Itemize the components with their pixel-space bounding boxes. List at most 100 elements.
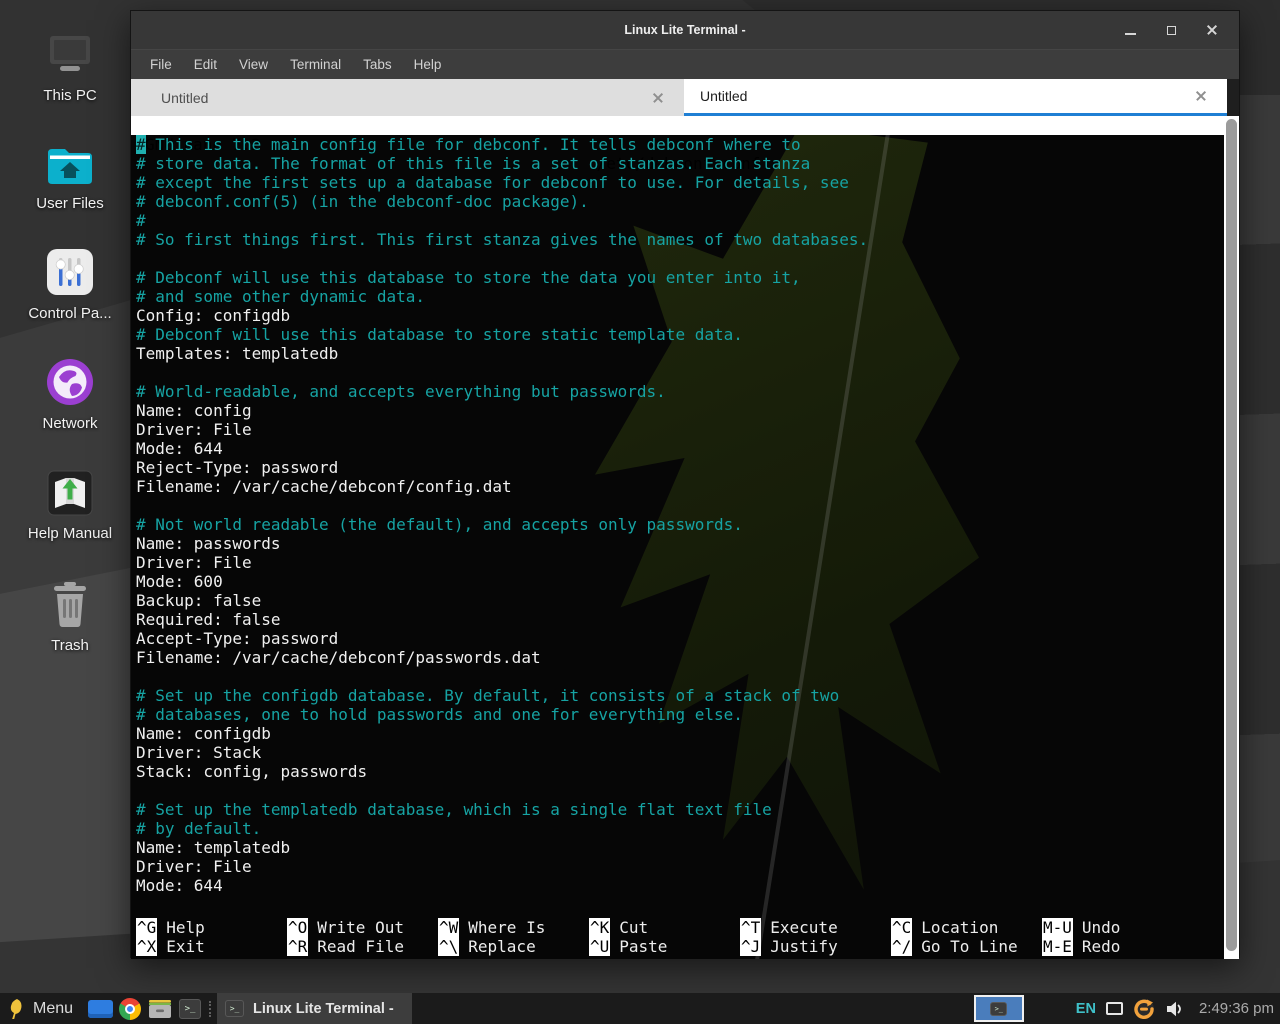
terminal-line: # This is the main config file for debco… [136,135,1223,154]
terminal-line: Reject-Type: password [136,458,1223,477]
desktop-icon-this-pc[interactable]: This PC [10,28,130,104]
tab-bar: Untitled Untitled [131,79,1239,116]
nano-shortcuts-row1: ^GHelp^OWrite Out^WWhere Is^KCut^TExecut… [136,918,1219,937]
clock[interactable]: 2:49:36 pm [1199,1000,1274,1017]
terminal-line: Mode: 644 [136,439,1223,458]
tab-untitled-2-active[interactable]: Untitled [684,79,1227,116]
terminal-icon: >_ [225,1000,244,1017]
terminal-line: Templates: templatedb [136,344,1223,363]
desktop-icon-help-manual[interactable]: Help Manual [10,466,130,542]
shortcut-label: Justify [770,937,837,956]
desktop: This PC User Files [0,0,1280,1024]
shortcut-label: Location [921,918,998,937]
desktop-icon-trash[interactable]: Trash [10,578,130,654]
nano-shortcut: ^K Cut [589,918,740,937]
menu-edit[interactable]: Edit [183,57,228,72]
desktop-icon-label: Network [10,415,130,432]
terminal-line: Driver: Stack [136,743,1223,762]
scrollbar-thumb[interactable] [1226,119,1237,951]
menu-terminal[interactable]: Terminal [279,57,352,72]
shortcut-label: Help [166,918,205,937]
desktop-icon-control-panel[interactable]: Control Pa... [10,246,130,322]
desktop-icon-label: Help Manual [10,525,130,542]
tab-close-icon[interactable] [652,92,664,104]
network-globe-icon [10,356,130,406]
terminal-launcher-icon[interactable]: >_ [175,996,205,1022]
nano-shortcut: ^RRead File [287,937,438,956]
file-manager-icon[interactable] [85,996,115,1022]
chrome-center-dot [125,1004,135,1014]
terminal-line: Stack: config, passwords [136,762,1223,781]
terminal-line: # by default. [136,819,1223,838]
system-tray: EN 2:49:36 pm [1076,998,1274,1020]
display-icon[interactable] [1106,1002,1123,1015]
nano-shortcut: ^G Help [136,918,287,937]
shortcut-key: ^R [287,937,308,956]
keyboard-layout-indicator[interactable]: EN [1076,1001,1096,1017]
terminal-line: # So first things first. This first stan… [136,230,1223,249]
terminal-content[interactable]: GNU nano 7.2 /etc/debconf.conf # This is… [131,116,1239,959]
window-controls [1123,23,1239,37]
terminal-line: Backup: false [136,591,1223,610]
terminal-line: Mode: 644 [136,876,1223,895]
shortcut-label: Cut [619,918,648,937]
terminal-line: Name: passwords [136,534,1223,553]
chrome-icon[interactable] [115,996,145,1022]
archive-drawer-icon[interactable] [145,996,175,1022]
menu-help[interactable]: Help [403,57,453,72]
nano-shortcut: ^XExit [136,937,287,956]
shortcut-label: Replace [468,937,535,956]
shortcut-key: ^W [438,918,459,937]
terminal-line [136,249,1223,268]
terminal-line [136,496,1223,515]
taskbar-window-button[interactable]: >_ Linux Lite Terminal - [217,993,412,1024]
terminal-line: Driver: File [136,553,1223,572]
minimize-button[interactable] [1123,23,1137,37]
shortcut-label: Undo [1082,918,1121,937]
window-menubar: File Edit View Terminal Tabs Help [131,49,1239,79]
terminal-line: Filename: /var/cache/debconf/config.dat [136,477,1223,496]
nano-shortcut: ^CLocation [891,918,1042,937]
shortcut-label: Go To Line [921,937,1017,956]
shortcut-key: ^\ [438,937,459,956]
linux-lite-logo-icon[interactable] [8,998,26,1020]
desktop-icon-user-files[interactable]: User Files [10,136,130,212]
window-titlebar[interactable]: Linux Lite Terminal - [131,11,1239,49]
maximize-button[interactable] [1164,23,1178,37]
close-button[interactable] [1205,23,1219,37]
folder-home-icon [10,136,130,186]
shortcut-label: Execute [770,918,837,937]
desktop-icon-network[interactable]: Network [10,356,130,432]
workspace-switcher[interactable]: >_ [974,995,1024,1022]
update-manager-icon[interactable] [1133,998,1155,1020]
terminal-line: Required: false [136,610,1223,629]
shortcut-label: Write Out [317,918,404,937]
terminal-scrollbar[interactable] [1224,116,1239,959]
nano-shortcut: M-ERedo [1042,937,1120,956]
computer-icon [10,28,130,78]
terminal-line: # debconf.conf(5) (in the debconf-doc pa… [136,192,1223,211]
shortcut-key: M-E [1042,937,1073,956]
terminal-line: Config: configdb [136,306,1223,325]
folder-icon [88,1000,113,1018]
window-title: Linux Lite Terminal - [131,23,1239,37]
shortcut-key: ^K [589,918,610,937]
shortcut-key: ^O [287,918,308,937]
shortcut-key: ^X [136,937,157,956]
menu-file[interactable]: File [139,57,183,72]
tab-close-icon[interactable] [1195,90,1207,102]
terminal-line: # [136,211,1223,230]
terminal-line: Driver: File [136,857,1223,876]
menu-button[interactable]: Menu [33,1000,73,1018]
tab-untitled-1[interactable]: Untitled [131,79,684,116]
menu-view[interactable]: View [228,57,279,72]
terminal-line: # World-readable, and accepts everything… [136,382,1223,401]
tab-bar-filler [1227,79,1239,116]
volume-icon[interactable] [1165,1000,1185,1018]
nano-buffer: # This is the main config file for debco… [136,135,1223,895]
menu-tabs[interactable]: Tabs [352,57,403,72]
shortcut-key: ^G [136,918,157,937]
terminal-line [136,363,1223,382]
nano-titlebar: GNU nano 7.2 /etc/debconf.conf [131,116,1226,135]
terminal-line: # Debconf will use this database to stor… [136,325,1223,344]
